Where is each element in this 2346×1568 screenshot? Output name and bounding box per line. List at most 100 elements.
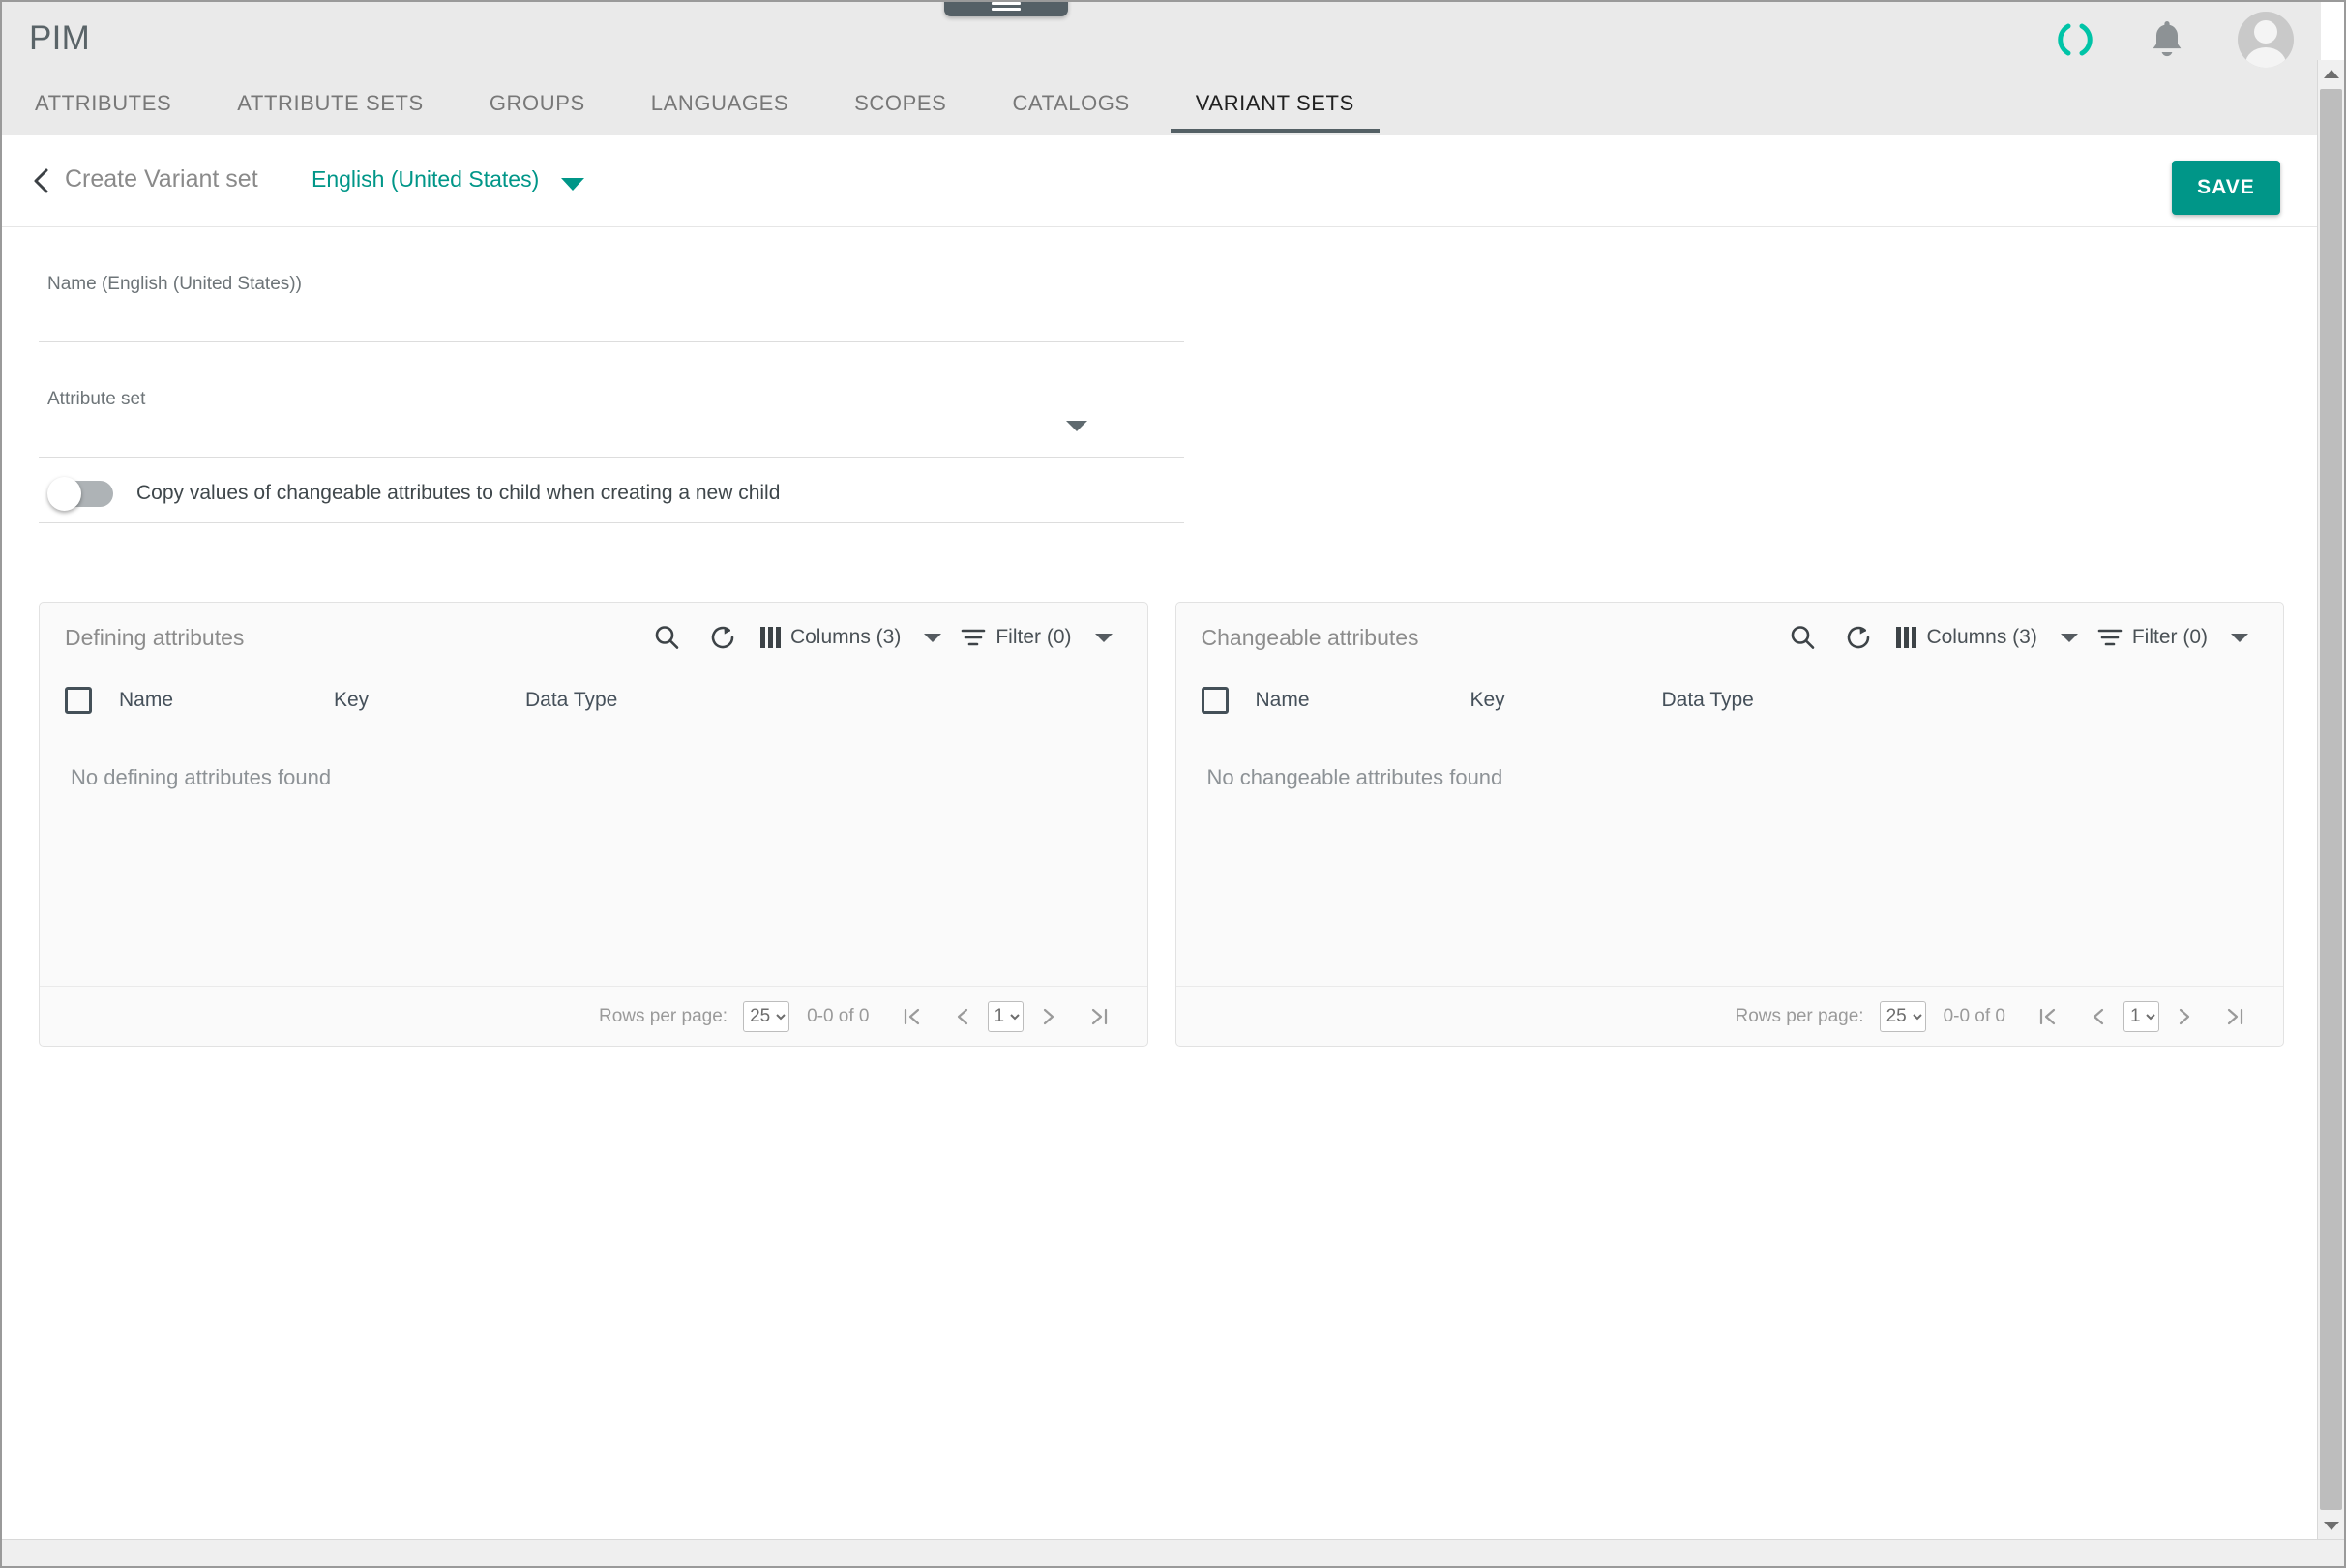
tab-label: CATALOGS: [1012, 91, 1130, 115]
previous-page-icon: [957, 1008, 967, 1024]
app-header-actions: [2054, 12, 2294, 68]
caret-down-icon[interactable]: [1066, 421, 1087, 431]
tab-variant-sets[interactable]: VARIANT SETS: [1163, 77, 1387, 133]
tab-scopes[interactable]: SCOPES: [821, 77, 979, 133]
toggle-knob: [47, 476, 81, 511]
rows-per-page-select[interactable]: 25: [743, 1000, 790, 1032]
filter-icon: [2097, 629, 2123, 646]
hamburger-icon[interactable]: [944, 2, 1068, 16]
triangle-down: [2324, 1521, 2339, 1530]
avatar-head: [2254, 20, 2277, 44]
columns-button[interactable]: Columns (3): [1886, 626, 2087, 649]
name-field-label: Name (English (United States)): [47, 274, 302, 294]
main-tab-bar: ATTRIBUTES ATTRIBUTE SETS GROUPS LANGUAG…: [2, 77, 1387, 135]
tab-catalogs[interactable]: CATALOGS: [979, 77, 1162, 133]
filter-label: Filter (0): [995, 626, 1072, 648]
pagination-range: 0-0 of 0: [1943, 1005, 2005, 1026]
previous-page-button[interactable]: [937, 1005, 988, 1028]
attribute-set-field-group: Attribute set: [39, 342, 1184, 458]
tab-label: GROUPS: [489, 91, 585, 115]
previous-page-button[interactable]: [2073, 1005, 2123, 1028]
tab-languages[interactable]: LANGUAGES: [618, 77, 821, 133]
next-page-button[interactable]: [1024, 1005, 1074, 1028]
name-input[interactable]: [39, 295, 1184, 341]
tab-groups[interactable]: GROUPS: [457, 77, 618, 133]
filter-icon: [962, 629, 986, 646]
next-page-button[interactable]: [2159, 1005, 2210, 1028]
pagination-range: 0-0 of 0: [807, 1005, 870, 1026]
rows-per-page-label: Rows per page:: [1735, 1005, 1864, 1026]
loading-spinner-icon[interactable]: [2054, 18, 2096, 61]
scroll-down-arrow-icon[interactable]: [2318, 1512, 2344, 1539]
columns-label: Columns (3): [1926, 626, 2037, 648]
chevron-down-icon: [924, 633, 942, 642]
caret-down-icon[interactable]: [561, 178, 584, 191]
attribute-set-field-label: Attribute set: [47, 389, 146, 409]
chevron-left-icon[interactable]: [29, 166, 54, 195]
table-body: No defining attributes found: [40, 728, 1147, 986]
first-page-icon: [2039, 1008, 2056, 1024]
columns-label: Columns (3): [789, 626, 902, 648]
chevron-down-icon: [2060, 633, 2078, 642]
rows-per-page-select[interactable]: 25: [1879, 1000, 1926, 1032]
column-header-key[interactable]: Key: [334, 689, 525, 712]
panel-header: Changeable attributes Columns (3) Filter…: [1176, 603, 2284, 672]
application-window: PIM ATTRIBUTES ATTRIBUTE SETS GROUPS LAN…: [0, 0, 2346, 1568]
refresh-icon[interactable]: [695, 623, 751, 652]
filter-button[interactable]: Filter (0): [2088, 626, 2258, 649]
filter-button[interactable]: Filter (0): [951, 626, 1121, 649]
columns-icon: [759, 627, 781, 648]
rows-per-page-label: Rows per page:: [598, 1005, 728, 1026]
attribute-set-input[interactable]: [39, 410, 1184, 457]
last-page-button[interactable]: [1074, 1005, 1124, 1028]
first-page-button[interactable]: [887, 1005, 937, 1028]
page-number-select[interactable]: 1: [987, 1000, 1024, 1032]
search-icon-svg: [1792, 626, 1815, 649]
page-subheader: Create Variant set English (United State…: [2, 135, 2321, 227]
avatar-body: [2245, 47, 2286, 68]
tab-attributes[interactable]: ATTRIBUTES: [2, 77, 204, 133]
tab-label: ATTRIBUTE SETS: [237, 91, 424, 115]
horizontal-scrollbar[interactable]: [2, 1539, 2344, 1566]
copy-values-toggle[interactable]: [47, 476, 117, 511]
select-all-checkbox[interactable]: [65, 687, 92, 714]
tab-label: LANGUAGES: [650, 91, 789, 115]
table-body: No changeable attributes found: [1176, 728, 2284, 986]
column-header-name[interactable]: Name: [119, 689, 334, 712]
avatar[interactable]: [2238, 12, 2294, 68]
tab-label: ATTRIBUTES: [35, 91, 172, 115]
bell-icon-svg: [2153, 21, 2182, 57]
save-button[interactable]: SAVE: [2172, 161, 2280, 215]
last-page-icon: [2227, 1008, 2243, 1024]
refresh-icon[interactable]: [1830, 623, 1886, 652]
vertical-scrollbar[interactable]: [2317, 60, 2344, 1539]
chevron-down-icon: [2231, 633, 2248, 642]
select-all-checkbox[interactable]: [1201, 687, 1229, 714]
page-number-select[interactable]: 1: [2123, 1000, 2159, 1032]
column-header-key[interactable]: Key: [1470, 689, 1662, 712]
tab-attribute-sets[interactable]: ATTRIBUTE SETS: [204, 77, 457, 133]
search-icon[interactable]: [638, 623, 695, 652]
tab-label: VARIANT SETS: [1195, 91, 1354, 115]
hamburger-bars: [992, 2, 1021, 14]
language-selector-label[interactable]: English (United States): [312, 166, 539, 192]
columns-button[interactable]: Columns (3): [751, 626, 951, 649]
page-title: Create Variant set: [65, 165, 258, 192]
last-page-button[interactable]: [2210, 1005, 2260, 1028]
app-header-bar: PIM ATTRIBUTES ATTRIBUTE SETS GROUPS LAN…: [2, 2, 2321, 135]
scroll-up-arrow-icon[interactable]: [2318, 60, 2344, 87]
search-icon[interactable]: [1774, 623, 1830, 652]
column-header-data-type[interactable]: Data Type: [1662, 689, 1856, 712]
column-header-name[interactable]: Name: [1256, 689, 1470, 712]
panel-header: Defining attributes Columns (3) Filter (…: [40, 603, 1147, 672]
column-header-data-type[interactable]: Data Type: [525, 689, 719, 712]
chevron-left-icon-svg: [34, 168, 48, 193]
bell-icon[interactable]: [2147, 17, 2187, 62]
empty-state-message: No defining attributes found: [71, 765, 332, 789]
chevron-down-icon: [1094, 633, 1113, 642]
vertical-scrollbar-thumb[interactable]: [2320, 89, 2342, 1510]
variant-set-form: Name (English (United States)) Attribute…: [2, 227, 2321, 523]
tab-label: SCOPES: [854, 91, 947, 115]
first-page-button[interactable]: [2023, 1005, 2073, 1028]
panel-title: Defining attributes: [65, 624, 245, 650]
